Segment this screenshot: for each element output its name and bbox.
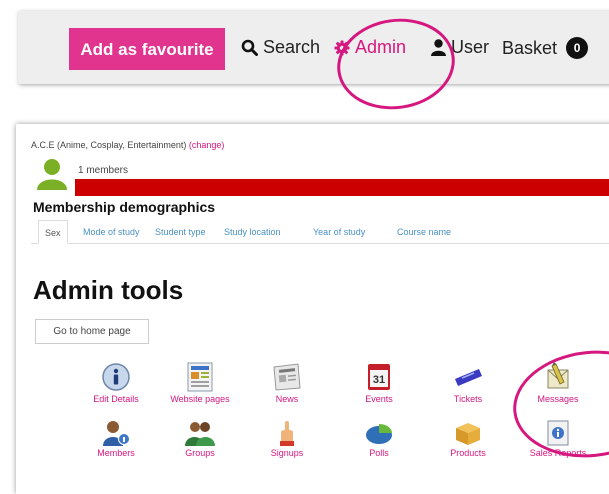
tool-label: Members: [97, 448, 135, 458]
tool-label: Products: [450, 448, 486, 458]
admin-highlight-circle: [331, 11, 461, 117]
admin-page: A.C.E (Anime, Cosplay, Entertainment) (c…: [16, 124, 609, 494]
go-to-home-page-button[interactable]: Go to home page: [35, 319, 149, 344]
nav-basket-label: Basket: [502, 37, 558, 58]
tool-polls[interactable]: Polls: [334, 420, 424, 458]
tool-label: Events: [365, 394, 393, 404]
nav-search[interactable]: Search: [241, 37, 320, 58]
demographics-tabs: Sex Mode of study Student type Study loc…: [31, 220, 609, 244]
tool-members[interactable]: Members: [71, 420, 161, 458]
website-pages-icon: [187, 362, 213, 392]
signup-icon: [280, 421, 294, 446]
tool-label: Groups: [185, 448, 215, 458]
admin-tools-title: Admin tools: [33, 275, 184, 305]
group-name: A.C.E (Anime, Cosplay, Entertainment): [31, 140, 187, 150]
ticket-icon: [455, 369, 482, 386]
tab-mode-of-study[interactable]: Mode of study: [83, 220, 140, 242]
calendar-icon: 31: [368, 364, 390, 390]
nav-basket[interactable]: Basket 0: [502, 37, 589, 59]
groups-icon: [185, 422, 215, 446]
tool-label: Signups: [270, 448, 304, 458]
tool-label: Tickets: [453, 394, 483, 404]
tab-year-of-study[interactable]: Year of study: [313, 220, 365, 242]
tab-sex[interactable]: Sex: [38, 220, 68, 244]
tool-label: Polls: [369, 448, 389, 458]
tab-student-type[interactable]: Student type: [155, 220, 206, 242]
basket-count-badge: 0: [566, 37, 589, 59]
demographics-bar: [75, 179, 609, 196]
tool-edit-details[interactable]: Edit Details: [71, 362, 161, 404]
info-icon: [102, 363, 130, 391]
tool-news[interactable]: News: [242, 362, 332, 404]
newspaper-icon: [273, 363, 301, 391]
group-name-line: A.C.E (Anime, Cosplay, Entertainment) (c…: [31, 140, 224, 150]
box-icon: [456, 423, 480, 445]
pie-chart-icon: [366, 424, 392, 444]
tool-label: News: [275, 394, 299, 404]
add-as-favourite-button[interactable]: Add as favourite: [69, 28, 225, 70]
nav-search-label: Search: [263, 37, 321, 57]
tab-study-location[interactable]: Study location: [224, 220, 281, 242]
tab-course-name[interactable]: Course name: [397, 220, 451, 242]
membership-demographics-title: Membership demographics: [33, 199, 216, 215]
tool-products[interactable]: Products: [423, 420, 513, 458]
svg-text:31: 31: [373, 374, 385, 386]
change-group-link[interactable]: (change): [189, 140, 225, 150]
tool-website-pages[interactable]: Website pages: [155, 362, 245, 404]
members-count: 1 members: [78, 165, 129, 176]
tool-label: Edit Details: [93, 394, 139, 404]
tool-signups[interactable]: Signups: [242, 420, 332, 458]
avatar: [37, 159, 67, 190]
tool-groups[interactable]: Groups: [155, 420, 245, 458]
tool-label: Website pages: [170, 394, 230, 404]
member-icon: [103, 421, 130, 446]
tool-events[interactable]: 31 Events: [334, 362, 424, 404]
tool-tickets[interactable]: Tickets: [423, 362, 513, 404]
nav-user-label: User: [451, 37, 490, 57]
search-icon: [241, 39, 258, 56]
top-navigation-bar: Add as favourite Search Admin User Baske…: [18, 11, 609, 117]
